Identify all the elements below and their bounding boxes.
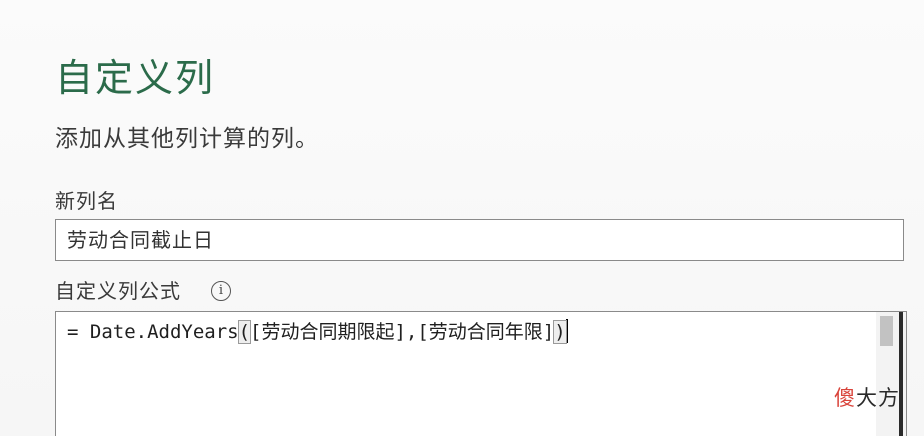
custom-column-dialog: 自定义列 添加从其他列计算的列。 新列名 劳动合同截止日 自定义列公式 i = … [0, 0, 924, 436]
new-column-name-label: 新列名 [55, 189, 118, 213]
new-column-name-input[interactable]: 劳动合同截止日 [55, 219, 904, 261]
watermark: 傻大方 [834, 384, 900, 412]
formula-close-paren: ) [553, 320, 567, 344]
text-caret [565, 319, 568, 343]
scrollbar-edge [899, 312, 903, 436]
formula-arguments: [劳动合同期限起],[劳动合同年限] [250, 321, 555, 343]
formula-text[interactable]: = Date.AddYears([劳动合同期限起],[劳动合同年限]) [67, 318, 568, 346]
watermark-text: 大方 [856, 386, 900, 410]
formula-editor[interactable]: = Date.AddYears([劳动合同期限起],[劳动合同年限]) [55, 311, 907, 436]
dialog-title: 自定义列 [55, 56, 216, 100]
custom-column-formula-label: 自定义列公式 [55, 279, 181, 303]
formula-function: = Date.AddYears [67, 321, 239, 343]
watermark-accent-char: 傻 [834, 386, 856, 410]
formula-scrollbar[interactable] [876, 312, 906, 436]
dialog-description: 添加从其他列计算的列。 [55, 126, 319, 152]
formula-open-paren: ( [237, 320, 252, 344]
scrollbar-thumb[interactable] [880, 316, 893, 346]
info-icon[interactable]: i [211, 281, 231, 301]
